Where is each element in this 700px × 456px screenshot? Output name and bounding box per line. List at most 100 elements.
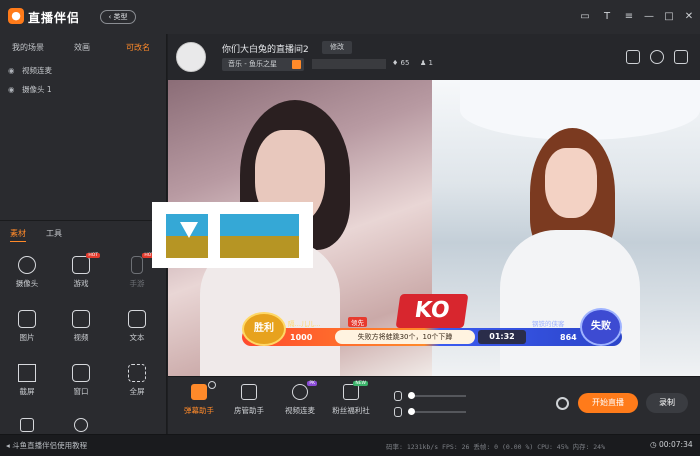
speaker-volume-slider[interactable] — [394, 405, 466, 419]
start-live-button[interactable]: 开始直播 — [578, 393, 638, 413]
record-button[interactable]: 录制 — [646, 393, 688, 413]
video-icon — [72, 310, 90, 328]
avatar[interactable] — [176, 42, 206, 72]
crop-icon — [18, 364, 36, 382]
camera-icon — [18, 256, 36, 274]
logo-gold-band — [166, 236, 299, 258]
pk-score-right: 864 — [560, 333, 577, 342]
fullscreen-icon — [128, 364, 146, 382]
edit-title-button[interactable]: 修改 — [322, 41, 352, 54]
source-label: 视频连麦 — [22, 66, 52, 75]
danmu-icon — [191, 384, 207, 400]
material-label: 手游 — [129, 279, 145, 288]
slider-track[interactable] — [408, 411, 466, 413]
material-label: 摄像头 — [15, 279, 39, 288]
screen-icon[interactable]: ▭ — [578, 10, 592, 24]
viewers-value: 1 — [428, 59, 433, 67]
image-icon — [18, 310, 36, 328]
viewers-count: ♟ 1 — [420, 59, 433, 67]
material-label: 游戏 — [73, 279, 89, 288]
app-name: 直播伴侣 — [28, 11, 81, 25]
shirt-icon[interactable]: T — [600, 10, 614, 24]
gear-icon[interactable] — [556, 397, 569, 410]
stream-stats: 码率: 1231kb/s FPS: 26 丢帧: 0 (0.00 %) CPU:… — [386, 443, 606, 451]
tab-my-scenes[interactable]: 我的场景 — [12, 42, 44, 53]
material-label: 视频 — [73, 333, 89, 342]
stream-header — [168, 34, 700, 80]
tab-tools[interactable]: 工具 — [46, 228, 62, 239]
timer-value: 00:07:34 — [658, 440, 693, 449]
tab-effects[interactable]: 效画 — [74, 42, 90, 53]
material-camera[interactable]: 摄像头 — [6, 256, 48, 304]
type-button-label: 类型 — [113, 13, 128, 21]
settings-icon[interactable] — [650, 50, 664, 64]
material-video[interactable]: 视频 — [60, 310, 102, 358]
material-text[interactable]: 文本 — [116, 310, 158, 358]
menu-icon[interactable]: ≡ — [622, 10, 636, 24]
room-title: 你们大白兔的直播间2 — [222, 45, 309, 55]
material-label: 截屏 — [19, 387, 35, 396]
more-icon[interactable] — [20, 418, 34, 432]
tab-material[interactable]: 素材 — [10, 228, 26, 242]
more-icon[interactable] — [74, 418, 88, 432]
logo-gap — [208, 214, 220, 258]
edit-icon[interactable] — [292, 60, 301, 69]
leading-tag: 领先 — [348, 317, 367, 327]
minimize-icon[interactable]: — — [642, 10, 656, 24]
material-game[interactable]: HOT 游戏 — [60, 253, 102, 304]
danmu-assistant-button[interactable]: 弹幕助手 — [176, 384, 222, 428]
mic-link-icon — [292, 384, 308, 400]
slider-track[interactable] — [408, 395, 466, 397]
material-image[interactable]: 图片 — [6, 310, 48, 358]
slider-knob[interactable] — [408, 392, 415, 399]
tutorial-link[interactable]: ◂ 斗鱼直播伴侣使用教程 — [6, 440, 87, 451]
tool-label: 粉丝福利社 — [332, 406, 370, 415]
eye-icon[interactable]: ◉ — [8, 85, 17, 94]
live-timer: ◷ 00:07:34 — [650, 440, 693, 449]
settings-icon[interactable] — [208, 381, 216, 389]
material-label: 文本 — [129, 333, 145, 342]
material-screenshot[interactable]: 截屏 — [6, 364, 48, 412]
pk-timer: 01:32 — [478, 330, 526, 344]
material-fullscreen[interactable]: 全屏 — [116, 364, 158, 412]
source-item[interactable]: ◉ 视频连麦 — [8, 65, 52, 76]
layout-icon[interactable] — [626, 50, 640, 64]
phone-icon — [131, 256, 143, 274]
likes-value: 65 — [400, 59, 410, 67]
mic-volume-slider[interactable] — [394, 389, 466, 403]
material-label: 图片 — [19, 333, 35, 342]
tool-label: 弹幕助手 — [184, 406, 214, 415]
fan-welfare-button[interactable]: NEW 粉丝福利社 — [328, 381, 374, 428]
hot-badge: HOT — [86, 253, 100, 258]
maximize-icon[interactable]: □ — [662, 10, 676, 24]
blurred-info — [312, 59, 386, 69]
source-label: 摄像头 1 — [22, 85, 52, 94]
expand-icon[interactable] — [674, 50, 688, 64]
pk-right-name: 钢铁的侠客 — [532, 320, 565, 328]
tool-label: 房管助手 — [234, 406, 264, 415]
source-item[interactable]: ◉ 摄像头 1 — [8, 84, 52, 95]
material-window[interactable]: 窗口 — [60, 364, 102, 412]
room-admin-button[interactable]: 房管助手 — [226, 384, 272, 428]
likes-count: ♦ 65 — [392, 59, 410, 67]
pk-left-name: 隔…儿儿… — [288, 320, 321, 328]
person-coat — [500, 230, 640, 376]
app-logo-icon: ● — [8, 8, 24, 24]
pk-win-badge: 胜利 — [242, 312, 286, 346]
divider — [0, 220, 167, 221]
type-button[interactable]: ‹ 类型 — [100, 10, 136, 24]
gamepad-icon — [72, 256, 90, 274]
person-face — [545, 148, 597, 218]
pk-penalty-message: 失败方将蛙跳30个，10个下蹲 — [335, 330, 475, 344]
video-link-button[interactable]: PK 视频连麦 — [277, 381, 323, 428]
logo-triangle — [180, 222, 198, 238]
pk-lose-badge: 失败 — [580, 308, 622, 346]
house-icon — [241, 384, 257, 400]
microphone-icon — [394, 391, 402, 401]
tool-label: 视频连麦 — [285, 406, 315, 415]
slider-knob[interactable] — [408, 408, 415, 415]
eye-icon[interactable]: ◉ — [8, 66, 17, 75]
tab-rename[interactable]: 可改名 — [126, 42, 150, 53]
close-icon[interactable]: ✕ — [682, 10, 696, 24]
new-badge: NEW — [353, 381, 368, 386]
